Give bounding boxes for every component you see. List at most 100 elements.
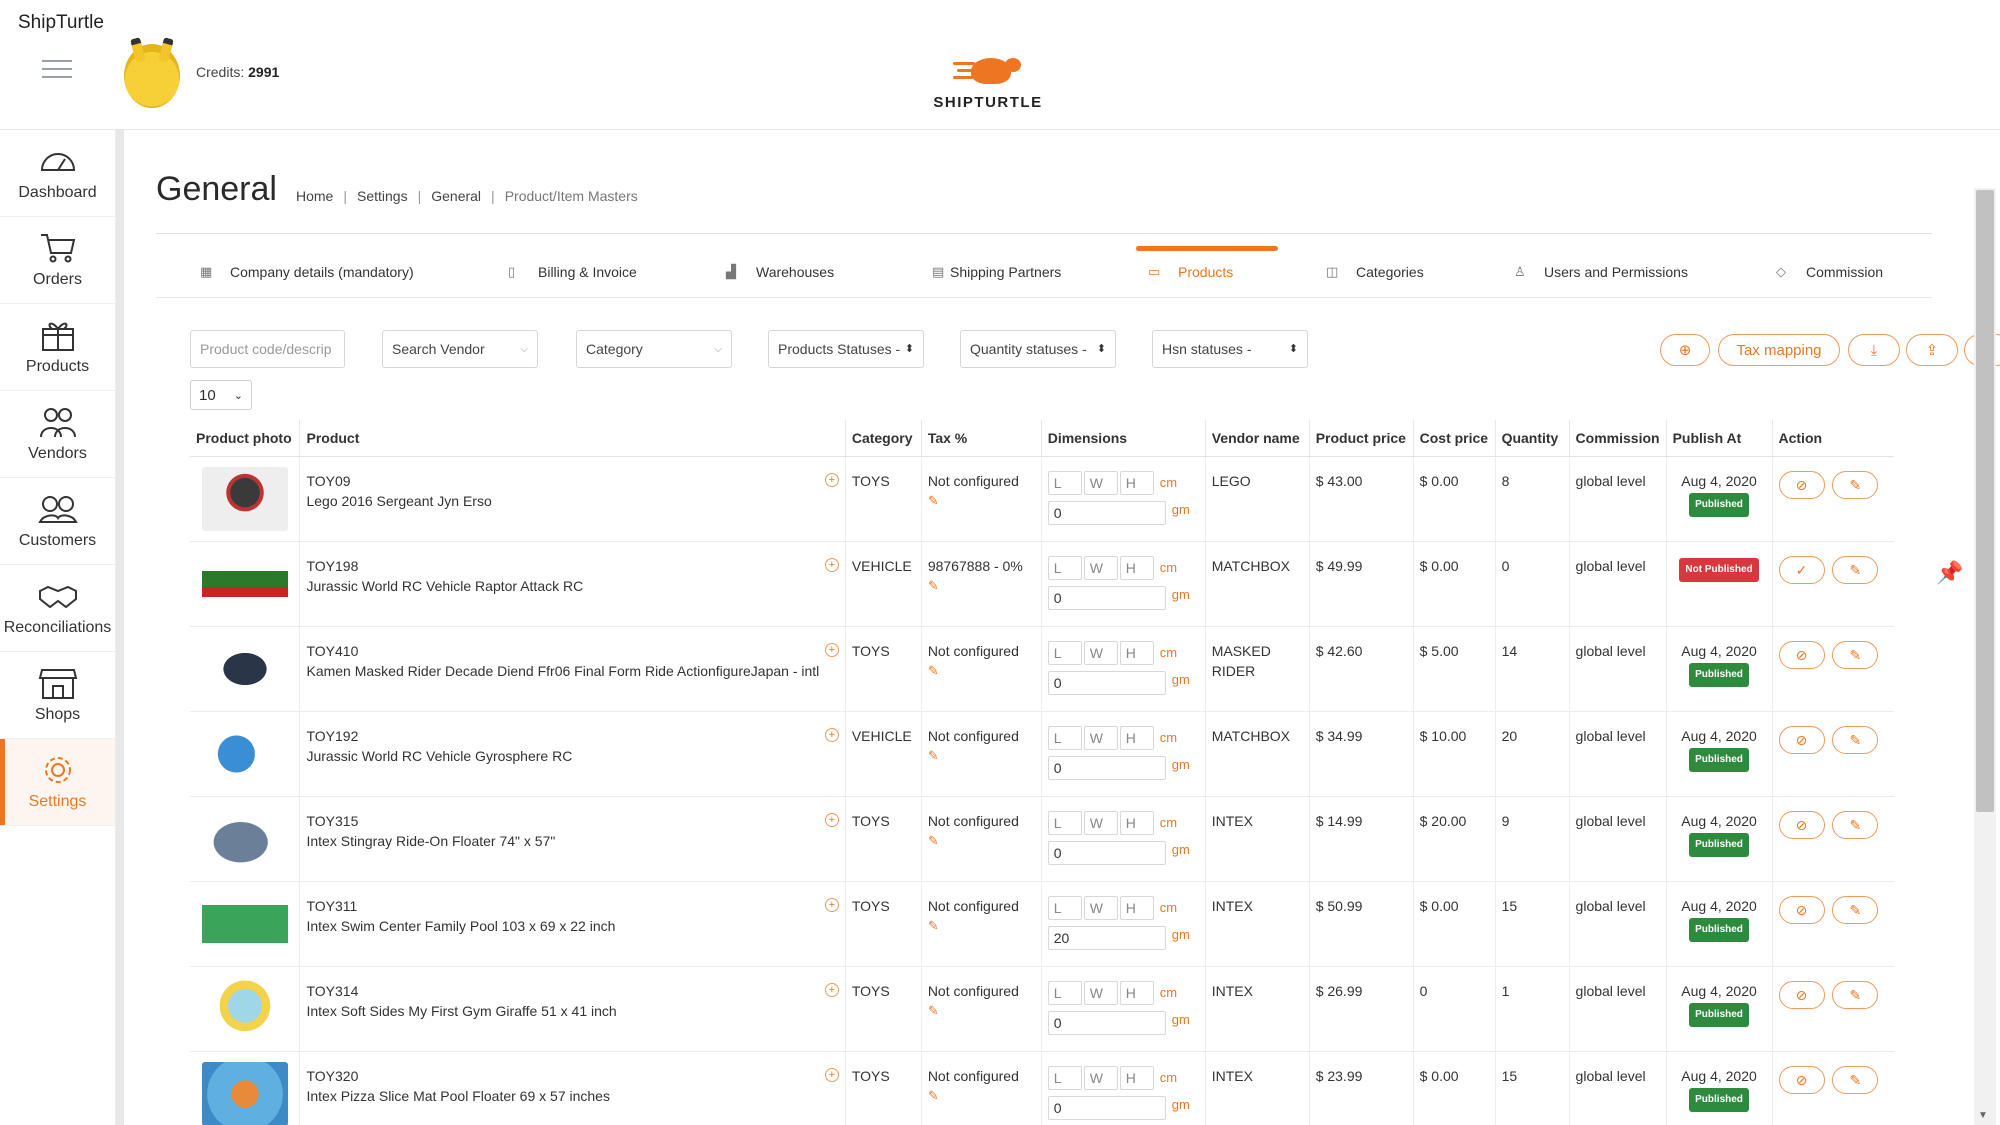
toggle-publish-button[interactable]: ⊘ (1778, 895, 1825, 924)
sidebar-item-orders[interactable]: Orders (0, 217, 115, 304)
tab-products[interactable]: ▭ Products (1148, 246, 1233, 298)
sidebar-item-dashboard[interactable]: Dashboard (0, 130, 115, 217)
length-input[interactable]: L (1047, 470, 1082, 495)
edit-button[interactable]: ✎ (1832, 810, 1879, 839)
category-select[interactable]: Category ⌵ (576, 330, 732, 368)
weight-input[interactable]: 0 (1047, 1010, 1166, 1035)
length-input[interactable]: L (1047, 1065, 1082, 1090)
tab-billing-invoice[interactable]: ▯ Billing & Invoice (508, 246, 637, 298)
height-input[interactable]: H (1119, 895, 1154, 920)
edit-button[interactable]: ✎ (1832, 980, 1879, 1009)
col-header[interactable]: Dimensions (1041, 420, 1206, 457)
col-header[interactable]: Product (299, 420, 846, 457)
sidebar-item-vendors[interactable]: Vendors (0, 391, 115, 478)
add-variant-icon[interactable]: + (824, 727, 839, 742)
edit-tax-icon[interactable]: ✎ (928, 1086, 1035, 1106)
scrollbar-thumb[interactable] (1976, 190, 1994, 812)
height-input[interactable]: H (1119, 725, 1154, 750)
weight-input[interactable]: 0 (1047, 500, 1166, 525)
table-row[interactable]: + TOY410 Kamen Masked Rider Decade Diend… (190, 626, 1894, 712)
add-variant-icon[interactable]: + (824, 982, 839, 997)
table-row[interactable]: + TOY314 Intex Soft Sides My First Gym G… (190, 966, 1894, 1052)
menu-toggle-icon[interactable] (42, 60, 72, 80)
sidebar-item-shops[interactable]: Shops (0, 652, 115, 739)
product-status-select[interactable]: Products Statuses - ⬍ (768, 330, 924, 368)
length-input[interactable]: L (1047, 640, 1082, 665)
add-variant-icon[interactable]: + (824, 812, 839, 827)
edit-tax-icon[interactable]: ✎ (928, 916, 1035, 936)
col-header[interactable]: Product photo (190, 420, 301, 457)
add-variant-icon[interactable]: + (824, 1067, 839, 1082)
edit-tax-icon[interactable]: ✎ (928, 661, 1035, 681)
edit-button[interactable]: ✎ (1832, 1065, 1879, 1094)
col-header[interactable]: Tax % (921, 420, 1042, 457)
table-row[interactable]: + TOY09 Lego 2016 Sergeant Jyn Erso TOYS… (190, 456, 1894, 542)
width-input[interactable]: W (1083, 1065, 1118, 1090)
height-input[interactable]: H (1119, 470, 1154, 495)
hsn-status-select[interactable]: Hsn statuses - ⬍ (1152, 330, 1308, 368)
table-row[interactable]: + TOY315 Intex Stingray Ride-On Floater … (190, 796, 1894, 882)
weight-input[interactable]: 0 (1047, 670, 1166, 695)
table-row[interactable]: + TOY311 Intex Swim Center Family Pool 1… (190, 881, 1894, 967)
col-header[interactable]: Commission (1569, 420, 1667, 457)
scroll-down-arrow-icon[interactable]: ▼ (1978, 1110, 1988, 1121)
tab-warehouses[interactable]: ▟ Warehouses (726, 246, 834, 298)
download-button[interactable]: ⤓ (1848, 334, 1900, 366)
add-variant-icon[interactable]: + (824, 557, 839, 572)
edit-tax-icon[interactable]: ✎ (928, 491, 1035, 511)
search-input[interactable]: Product code/descrip (190, 330, 345, 368)
table-row[interactable]: + TOY320 Intex Pizza Slice Mat Pool Floa… (190, 1051, 1894, 1125)
breadcrumb-settings[interactable]: Settings (357, 188, 408, 204)
product-photo[interactable] (202, 466, 288, 531)
add-variant-icon[interactable]: + (824, 897, 839, 912)
length-input[interactable]: L (1047, 810, 1082, 835)
page-size-select[interactable]: 10 ⌄ (190, 380, 252, 410)
product-photo[interactable] (202, 891, 288, 956)
product-photo[interactable] (202, 721, 288, 786)
length-input[interactable]: L (1047, 555, 1082, 580)
tab-users-permissions[interactable]: ♙ Users and Permissions (1514, 246, 1688, 298)
table-row[interactable]: + TOY192 Jurassic World RC Vehicle Gyros… (190, 711, 1894, 797)
add-variant-icon[interactable]: + (824, 472, 839, 487)
toggle-publish-button[interactable]: ⊘ (1778, 1065, 1825, 1094)
sidebar-item-reconciliations[interactable]: Reconciliations (0, 565, 115, 652)
product-photo[interactable] (202, 551, 288, 616)
width-input[interactable]: W (1083, 895, 1118, 920)
product-photo[interactable] (202, 636, 288, 701)
tab-company-details[interactable]: ▦ Company details (mandatory) (200, 246, 414, 298)
height-input[interactable]: H (1119, 980, 1154, 1005)
add-product-button[interactable]: ⊕ (1660, 334, 1710, 366)
width-input[interactable]: W (1083, 640, 1118, 665)
quantity-status-select[interactable]: Quantity statuses - ⬍ (960, 330, 1116, 368)
product-photo[interactable] (202, 976, 288, 1041)
length-input[interactable]: L (1047, 895, 1082, 920)
height-input[interactable]: H (1119, 1065, 1154, 1090)
height-input[interactable]: H (1119, 640, 1154, 665)
tax-mapping-button[interactable]: Tax mapping (1718, 334, 1840, 366)
width-input[interactable]: W (1083, 980, 1118, 1005)
edit-button[interactable]: ✎ (1832, 640, 1879, 669)
upload-button[interactable]: ⇪ (1906, 334, 1958, 366)
table-row[interactable]: + TOY198 Jurassic World RC Vehicle Rapto… (190, 541, 1894, 627)
breadcrumb-home[interactable]: Home (296, 188, 333, 204)
edit-button[interactable]: ✎ (1832, 725, 1879, 754)
add-variant-icon[interactable]: + (824, 642, 839, 657)
width-input[interactable]: W (1083, 725, 1118, 750)
col-header[interactable]: Category (845, 420, 922, 457)
toggle-publish-button[interactable]: ⊘ (1778, 470, 1825, 499)
weight-input[interactable]: 0 (1047, 585, 1166, 610)
breadcrumb-general[interactable]: General (431, 188, 481, 204)
height-input[interactable]: H (1119, 555, 1154, 580)
product-photo[interactable] (202, 1061, 288, 1125)
weight-input[interactable]: 20 (1047, 925, 1166, 950)
col-header[interactable]: Vendor name (1205, 420, 1310, 457)
tab-categories[interactable]: ◫ Categories (1326, 246, 1424, 298)
pin-icon[interactable]: 📌 (1936, 560, 1963, 586)
width-input[interactable]: W (1083, 555, 1118, 580)
avatar[interactable] (124, 44, 180, 108)
edit-tax-icon[interactable]: ✎ (928, 1001, 1035, 1021)
vendor-select[interactable]: Search Vendor ⌵ (382, 330, 538, 368)
col-header[interactable]: Publish At (1666, 420, 1773, 457)
col-header[interactable]: Product price (1309, 420, 1414, 457)
height-input[interactable]: H (1119, 810, 1154, 835)
